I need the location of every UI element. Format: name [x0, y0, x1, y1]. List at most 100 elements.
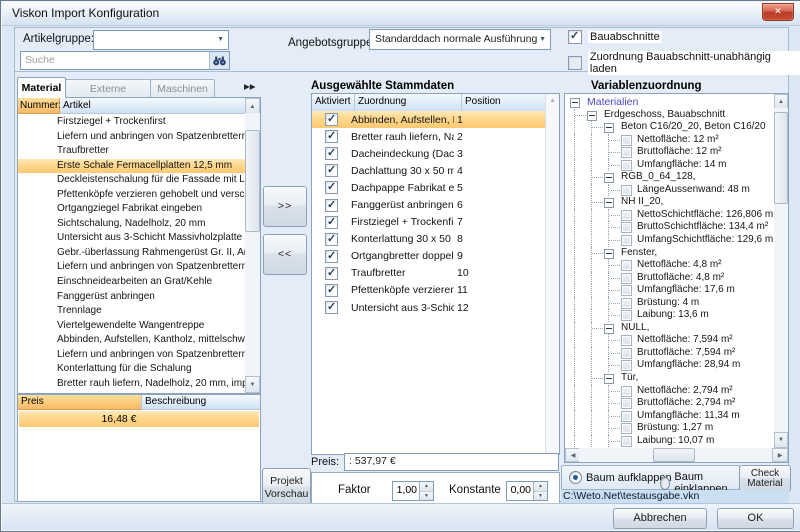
column-header-preis[interactable]: Preis — [18, 395, 141, 410]
checkbox-checked-icon[interactable] — [325, 250, 338, 263]
table-row[interactable]: Bretter rauh liefern, Nade...2 — [312, 128, 546, 145]
tree-leaf[interactable]: Nettofläche: 12 m² — [566, 134, 773, 147]
list-item[interactable]: Ortgangziegel Fabrikat eingeben — [18, 202, 245, 217]
tree-scrollbar-vertical[interactable]: ▲ ▼ — [774, 94, 788, 448]
table-row[interactable]: Konterlattung 30 x 50 m...8 — [312, 231, 546, 248]
tree-collapse-icon[interactable] — [604, 198, 614, 208]
check-material-button[interactable]: Check Material — [739, 465, 791, 492]
tree-collapse-icon[interactable] — [604, 123, 614, 133]
remove-from-selection-button[interactable]: << — [263, 234, 307, 275]
tree-checkbox-icon[interactable] — [621, 398, 632, 409]
radio-unselected-icon[interactable] — [660, 477, 670, 490]
angebotsgruppe-combobox[interactable]: Standarddach normale Ausführung ▼ — [369, 29, 551, 50]
table-row[interactable]: Ortgangbretter doppelt, g...9 — [312, 248, 546, 265]
tree-leaf[interactable]: Nettofläche: 2,794 m² — [566, 385, 773, 398]
tree-leaf[interactable]: BruttoSchichtfläche: 134,4 m² — [566, 221, 773, 234]
list-item[interactable]: Konterlattung für die Schalung — [18, 362, 245, 377]
tree-group[interactable]: NULL, — [566, 322, 773, 335]
tree-leaf[interactable]: Nettofläche: 4,8 m² — [566, 259, 773, 272]
list-item[interactable]: Liefern und anbringen von Spatzenbretter… — [18, 348, 245, 363]
tree-checkbox-icon[interactable] — [621, 360, 632, 371]
tree-checkbox-icon[interactable] — [621, 210, 632, 221]
checkbox-unchecked-icon[interactable] — [568, 56, 582, 70]
scrollbar-thumb[interactable] — [774, 112, 788, 204]
close-button[interactable]: ✕ — [762, 3, 794, 21]
list-item[interactable]: Einschneidearbeiten an Grat/Kehle — [18, 275, 245, 290]
list-item[interactable]: Bretter rauh liefern, Nadelholz, 20 mm, … — [18, 377, 245, 392]
projekt-vorschau-button[interactable]: Projekt Vorschau — [262, 468, 311, 507]
table-scrollbar-vertical[interactable]: ▲ — [545, 94, 559, 454]
checkbox-checked-icon[interactable] — [325, 147, 338, 160]
tree-leaf[interactable]: Nettofläche: 7,594 m² — [566, 334, 773, 347]
table-row[interactable]: Dacheindeckung (Dachz...3 — [312, 145, 546, 162]
spinner-buttons[interactable]: ▲▼ — [533, 482, 547, 500]
checkbox-checked-icon[interactable] — [325, 181, 338, 194]
list-item[interactable]: Traufbretter — [18, 144, 245, 159]
tree-leaf[interactable]: NettoSchichtfläche: 126,806 m² — [566, 209, 773, 222]
list-scrollbar-vertical[interactable]: ▲ ▼ — [245, 98, 260, 393]
search-button[interactable] — [209, 52, 229, 69]
tree-group[interactable]: Materialien — [566, 96, 773, 109]
scrollbar-thumb[interactable] — [245, 130, 260, 232]
column-header-zuordnung[interactable]: Zuordnung — [355, 94, 462, 111]
checkbox-checked-icon[interactable] — [325, 216, 338, 229]
checkbox-checked-icon[interactable] — [325, 284, 338, 297]
list-item[interactable]: Deckleistenschalung für die Fassade mit … — [18, 173, 245, 188]
tree-checkbox-icon[interactable] — [621, 310, 632, 321]
price-value-row[interactable]: 16,48 € — [19, 411, 259, 427]
title-bar[interactable]: Viskon Import Konfiguration ✕ — [2, 2, 800, 26]
tree-group[interactable]: RGB_0_64_128, — [566, 171, 773, 184]
list-item[interactable]: Liefern und anbringen von Spatzenbretter… — [18, 260, 245, 275]
list-item[interactable]: Erste Schale Fermacellplatten 12,5 mm — [18, 159, 245, 174]
tab-externe-leistungen[interactable]: Externe Leistungen — [65, 79, 151, 98]
cancel-button[interactable]: Abbrechen — [613, 508, 707, 529]
tree-group[interactable]: NH II_20, — [566, 196, 773, 209]
tree-checkbox-icon[interactable] — [621, 147, 632, 158]
add-to-selection-button[interactable]: >> — [263, 186, 307, 227]
tree-checkbox-icon[interactable] — [621, 235, 632, 246]
list-item[interactable]: Untersicht aus 3-Schicht Massivholzplatt… — [18, 231, 245, 246]
tree-leaf[interactable]: Umfangfläche: 11,34 m — [566, 410, 773, 423]
search-input[interactable]: Suche — [20, 51, 230, 70]
column-header-beschreibung[interactable]: Beschreibung — [141, 395, 260, 410]
tree-checkbox-icon[interactable] — [621, 222, 632, 233]
spin-down-icon[interactable]: ▼ — [534, 492, 547, 501]
tree-checkbox-icon[interactable] — [621, 386, 632, 397]
scroll-up-icon[interactable]: ▲ — [546, 98, 559, 104]
scroll-down-icon[interactable]: ▼ — [774, 432, 788, 448]
table-row[interactable]: Traufbretter10 — [312, 265, 546, 282]
tree-leaf[interactable]: Brüstung: 4 m — [566, 297, 773, 310]
tree-leaf[interactable]: Umfangfläche: 17,6 m — [566, 284, 773, 297]
baum-aufklappen-radio[interactable]: Baum aufklappen — [569, 471, 672, 484]
tree-leaf[interactable]: Bruttofläche: 12 m² — [566, 146, 773, 159]
checkbox-checked-icon[interactable] — [325, 301, 338, 314]
radio-selected-icon[interactable] — [569, 471, 582, 484]
tree-leaf[interactable]: Bruttofläche: 4,8 m² — [566, 272, 773, 285]
list-item[interactable]: Gebr.-überlassung Rahmengerüst Gr. II, A… — [18, 246, 245, 261]
tree-group[interactable]: Tür, — [566, 372, 773, 385]
tree-leaf[interactable]: Bruttofläche: 7,594 m² — [566, 347, 773, 360]
list-item[interactable]: Trennlage — [18, 304, 245, 319]
tree-checkbox-icon[interactable] — [621, 135, 632, 146]
konstante-spinner[interactable]: 0,00 ▲▼ — [506, 481, 548, 501]
checkbox-checked-icon[interactable] — [325, 267, 338, 280]
checkbox-checked-icon[interactable] — [325, 130, 338, 143]
column-header-artikel[interactable]: Artikel — [60, 98, 245, 114]
table-row[interactable]: Fanggerüst anbringen6 — [312, 196, 546, 213]
table-row[interactable]: Dachpappe Fabrikat ein...5 — [312, 179, 546, 196]
tab-material[interactable]: Material — [17, 77, 66, 98]
checkbox-checked-icon[interactable] — [325, 199, 338, 212]
list-item[interactable]: Liefern und anbringen von Spatzenbretter… — [18, 130, 245, 145]
table-row[interactable]: Pfettenköpfe verzieren g...11 — [312, 282, 546, 299]
tree-checkbox-icon[interactable] — [621, 298, 632, 309]
spin-up-icon[interactable]: ▲ — [534, 482, 547, 492]
tree-group[interactable]: Erdgeschoss, Bauabschnitt — [566, 109, 773, 122]
tree-leaf[interactable]: LängeAussenwand: 48 m — [566, 184, 773, 197]
tree-group[interactable]: Fenster, — [566, 247, 773, 260]
list-item[interactable]: Abbinden, Aufstellen, Kantholz, mittelsc… — [18, 333, 245, 348]
spin-down-icon[interactable]: ▼ — [420, 492, 433, 501]
scroll-down-icon[interactable]: ▼ — [245, 376, 260, 393]
spin-up-icon[interactable]: ▲ — [420, 482, 433, 492]
tree-checkbox-icon[interactable] — [621, 348, 632, 359]
table-row[interactable]: Untersicht aus 3-Schicht ...12 — [312, 299, 546, 316]
